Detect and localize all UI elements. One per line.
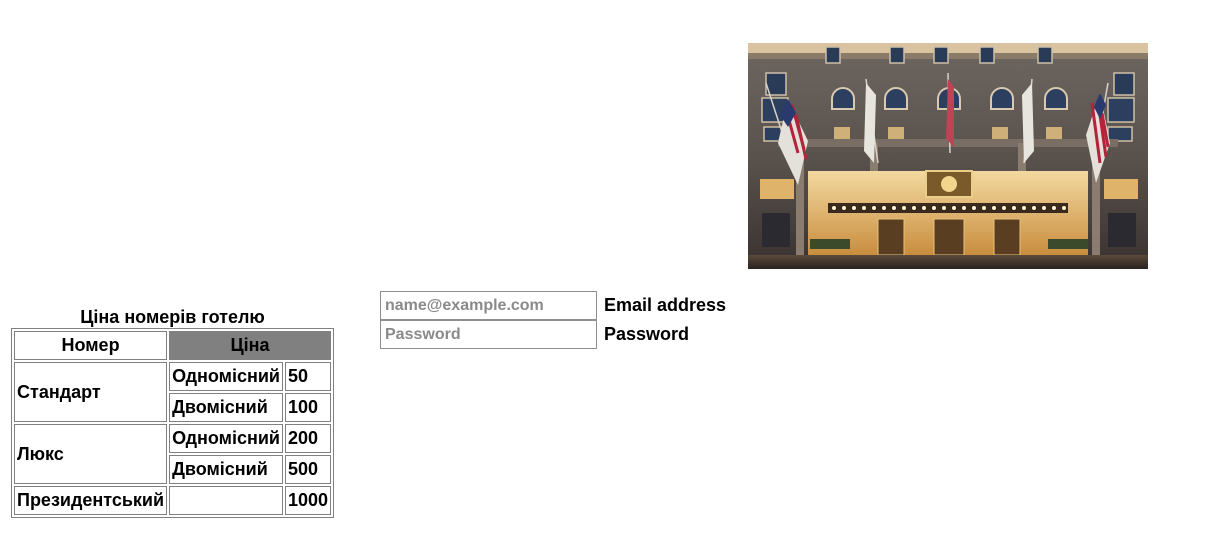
- room-type-cell: Одномісний: [169, 424, 284, 453]
- room-type-cell: Одномісний: [169, 362, 284, 391]
- room-price-cell: 1000: [285, 486, 332, 515]
- email-field[interactable]: [380, 291, 597, 320]
- room-name-cell: Президентський: [14, 486, 168, 515]
- room-type-cell: [169, 486, 284, 515]
- room-price-cell: 200: [285, 424, 332, 453]
- hotel-facade-image: [748, 43, 1148, 269]
- room-price-cell: 500: [285, 455, 332, 484]
- email-row: Email address: [380, 291, 726, 320]
- room-name-cell: Люкс: [14, 424, 168, 484]
- price-table-section: Ціна номерів готелю Номер Ціна Стандарт …: [11, 306, 335, 518]
- table-row: Стандарт Одномісний 50: [14, 362, 332, 422]
- table-row: Люкс Одномісний 200: [14, 424, 332, 484]
- table-row: Президентський 1000: [14, 486, 332, 515]
- table-header-row: Номер Ціна: [14, 331, 332, 360]
- room-name-cell: Стандарт: [14, 362, 168, 422]
- hotel-photo: [748, 43, 1148, 269]
- price-table-caption: Ціна номерів готелю: [80, 307, 265, 327]
- room-type-cell: Двомісний: [169, 455, 284, 484]
- email-label: Email address: [604, 295, 727, 315]
- header-room: Номер: [14, 331, 168, 360]
- room-price-cell: 50: [285, 362, 332, 391]
- room-price-cell: 100: [285, 393, 332, 422]
- price-table: Номер Ціна Стандарт Одномісний 50 Двоміс…: [11, 328, 335, 518]
- login-form: Email address Password: [380, 291, 726, 349]
- password-label: Password: [604, 324, 690, 344]
- room-type-cell: Двомісний: [169, 393, 284, 422]
- password-row: Password: [380, 320, 726, 349]
- password-field[interactable]: [380, 320, 597, 349]
- header-price: Ціна: [169, 331, 332, 360]
